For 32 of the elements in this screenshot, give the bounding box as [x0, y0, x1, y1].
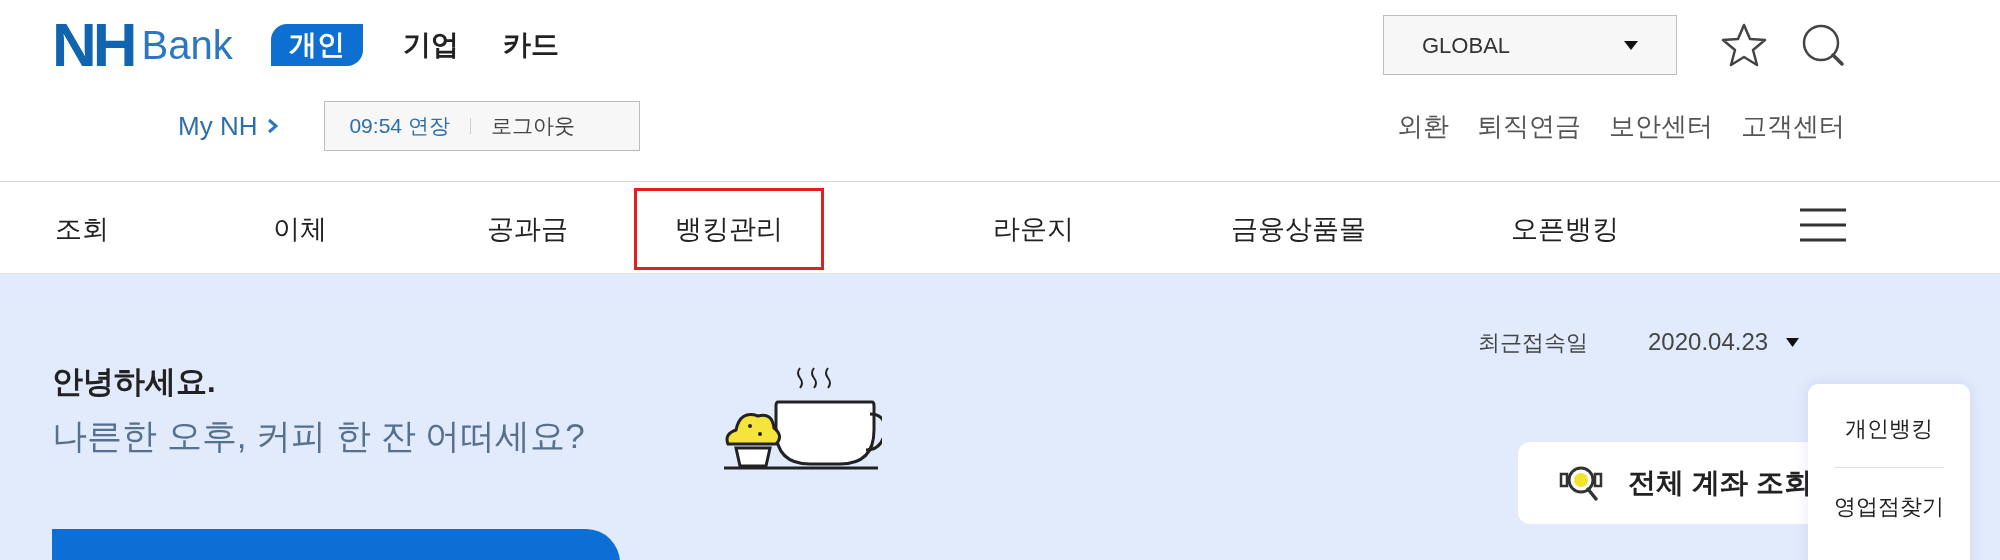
- my-nh-link[interactable]: My NH: [178, 106, 279, 146]
- star-icon[interactable]: [1721, 23, 1767, 67]
- last-login-label: 최근접속일: [1478, 328, 1588, 357]
- segment-tab[interactable]: 기업: [398, 24, 463, 66]
- utility-link[interactable]: 보안센터: [1609, 106, 1713, 146]
- search-icon[interactable]: [1801, 23, 1845, 67]
- logo-text[interactable]: Bank: [141, 25, 233, 65]
- greeting-message: 나른한 오후, 커피 한 잔 어떠세요?: [52, 414, 585, 457]
- nav-item[interactable]: 이체: [232, 188, 368, 270]
- caret-icon: [1624, 40, 1638, 50]
- segment-tab[interactable]: 개인: [270, 24, 363, 66]
- utility-link[interactable]: 고객센터: [1741, 106, 1845, 146]
- quick-menu-item[interactable]: 개인뱅킹: [1845, 412, 1933, 445]
- nav-item[interactable]: 공과금: [446, 188, 609, 270]
- last-login-date[interactable]: 2020.04.23: [1648, 324, 1800, 360]
- nav-item[interactable]: 금융상품몰: [1190, 188, 1407, 270]
- nav-item[interactable]: 뱅킹관리: [634, 188, 824, 270]
- segment-tab[interactable]: 카드: [498, 24, 563, 66]
- magnifier-icon: [1558, 464, 1604, 502]
- caret-icon: [1786, 337, 1800, 347]
- nav-item[interactable]: 조회: [14, 188, 150, 270]
- nav-item[interactable]: 오픈뱅킹: [1470, 188, 1660, 270]
- greeting-text: 안녕하세요.: [52, 363, 217, 401]
- logo-mark[interactable]: NH: [52, 14, 134, 76]
- logout-button[interactable]: 로그아웃: [490, 110, 575, 142]
- extend-button[interactable]: 09:54 연장: [349, 110, 450, 142]
- chevron-icon: [267, 118, 279, 134]
- nav-item[interactable]: 라운지: [952, 188, 1115, 270]
- utility-link[interactable]: 퇴직연금: [1477, 106, 1581, 146]
- utility-link[interactable]: 외환: [1397, 106, 1449, 146]
- language-select[interactable]: GLOBAL: [1383, 15, 1677, 75]
- menu-icon[interactable]: [1800, 208, 1846, 242]
